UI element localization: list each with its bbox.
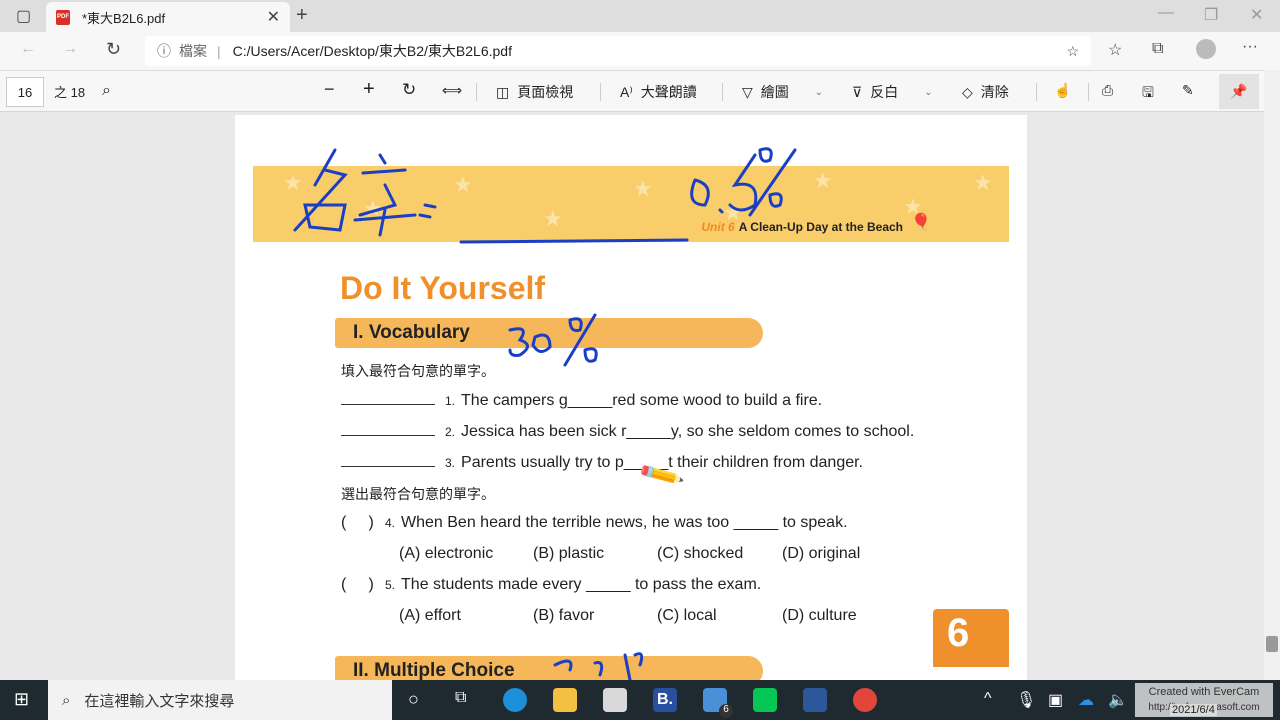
store-icon[interactable] xyxy=(603,688,627,712)
pdf-icon: PDF xyxy=(56,9,70,25)
minimize-icon[interactable]: — xyxy=(1158,4,1174,22)
scrollbar-thumb[interactable] xyxy=(1266,636,1278,652)
highlighter-icon: ⊽ xyxy=(852,83,863,100)
question-3: 3. Parents usually try to p_____t their c… xyxy=(341,453,863,472)
touch-icon[interactable]: ☝ xyxy=(1054,82,1071,99)
question-4: ( ) 4. When Ben heard the terrible news, h… xyxy=(341,514,848,531)
tab-bar: ▢ PDF *東大B2L6.pdf ✕ + — ❐ ✕ xyxy=(0,0,1280,32)
read-aloud-label: 大聲朗讀 xyxy=(640,84,697,100)
file-explorer-icon[interactable] xyxy=(553,688,577,712)
answer-blank[interactable] xyxy=(341,453,435,467)
section-vocabulary: I. Vocabulary xyxy=(335,318,763,348)
question-5: ( ) 5. The students made every _____ to pa… xyxy=(341,576,762,593)
maximize-icon[interactable]: ❐ xyxy=(1204,5,1218,25)
onedrive-icon[interactable]: ☁ xyxy=(1078,690,1094,710)
instruction: 填入最符合句意的單字。 xyxy=(341,363,495,379)
more-icon[interactable]: ··· xyxy=(1242,38,1258,56)
camera-icon[interactable]: ▣ xyxy=(1048,690,1063,710)
pin-icon: 📌 xyxy=(1230,83,1248,99)
new-tab-icon[interactable]: + xyxy=(296,4,308,27)
zoom-out-icon[interactable]: − xyxy=(324,79,335,100)
zoom-in-icon[interactable]: + xyxy=(363,78,375,101)
edge-icon[interactable] xyxy=(503,688,527,712)
erase-label: 清除 xyxy=(980,84,1009,100)
answer-blank[interactable] xyxy=(341,391,435,405)
collections-icon[interactable]: ⧉ xyxy=(1152,40,1163,58)
chevron-down-icon[interactable]: ⌄ xyxy=(815,87,823,98)
close-window-icon[interactable]: ✕ xyxy=(1250,5,1263,25)
close-tab-icon[interactable]: ✕ xyxy=(267,7,280,27)
url-label: 檔案 xyxy=(179,43,207,59)
erase-button[interactable]: ◇ 清除 xyxy=(962,82,1009,102)
forward-icon[interactable]: → xyxy=(62,40,78,58)
scrollbar[interactable] xyxy=(1264,70,1280,680)
chevron-down-icon[interactable]: ⌄ xyxy=(924,87,932,98)
refresh-icon[interactable]: ↻ xyxy=(106,39,121,60)
balloon-icon: 🎈 xyxy=(911,214,931,231)
word-icon[interactable] xyxy=(803,688,827,712)
cortana-icon[interactable]: ○ xyxy=(408,689,419,710)
print-icon[interactable]: ⎙ xyxy=(1102,82,1113,99)
page-view-button[interactable]: ◫ 頁面檢視 xyxy=(496,82,573,102)
windows-start-icon[interactable]: ⊞ xyxy=(14,689,29,710)
rotate-icon[interactable]: ↻ xyxy=(402,80,416,100)
highlight-label: 反白 xyxy=(870,84,899,100)
unit-title: Unit 6A Clean-Up Day at the Beach xyxy=(701,220,903,234)
app-b-icon[interactable]: B. xyxy=(653,688,677,712)
page-total: 之 18 xyxy=(54,85,86,100)
back-icon[interactable]: ← xyxy=(20,40,36,58)
taskbar-search[interactable]: ⌕ 在這裡輸入文字來搜尋 xyxy=(48,680,392,720)
tab-pdf[interactable]: PDF *東大B2L6.pdf ✕ xyxy=(46,2,290,32)
eraser-icon: ◇ xyxy=(962,83,973,100)
chevron-up-icon[interactable]: ^ xyxy=(984,690,992,708)
instruction: 選出最符合句意的單字。 xyxy=(341,486,495,502)
address-bar: ← → ↻ ⓘ 檔案 | C:/Users/Acer/Desktop/東大B2/… xyxy=(0,32,1280,70)
search-icon: ⌕ xyxy=(62,691,71,709)
page-view-label: 頁面檢視 xyxy=(517,84,574,100)
url-field[interactable]: ⓘ 檔案 | C:/Users/Acer/Desktop/東大B2/東大B2L6… xyxy=(145,36,1091,66)
search-icon[interactable]: ⌕ xyxy=(102,82,111,100)
avatar[interactable] xyxy=(1196,39,1216,59)
heading: Do It Yourself xyxy=(340,270,546,306)
mail-badge: 6 xyxy=(719,704,733,718)
task-view-icon[interactable]: ⧉ xyxy=(455,689,466,707)
tab-title: *東大B2L6.pdf xyxy=(82,10,166,26)
fit-width-icon[interactable]: ⟺ xyxy=(442,82,462,99)
pen-icon: ▽ xyxy=(742,83,753,100)
question-1: 1. The campers g_____red some wood to bui… xyxy=(341,391,822,410)
mail-icon[interactable]: 6 xyxy=(703,688,733,718)
page-view-icon: ◫ xyxy=(496,83,510,100)
pin-toolbar-button[interactable]: 📌 xyxy=(1219,74,1259,109)
page-number-input[interactable]: 16 xyxy=(6,77,44,107)
pdf-page: ★ ★ ★ ★ ★ ★ ★ ★ ★ Unit 6A Clean-Up Day at the Be… xyxy=(235,115,1027,686)
save-as-icon[interactable]: ✎ xyxy=(1182,82,1194,99)
favorite-add-icon[interactable]: ☆ xyxy=(1066,43,1079,60)
chrome-icon[interactable] xyxy=(853,688,877,712)
clock-date[interactable]: 2021/6/4 xyxy=(1170,704,1217,716)
question-2: 2. Jessica has been sick r_____y, so she … xyxy=(341,422,914,441)
unit-banner: ★ ★ ★ ★ ★ ★ ★ ★ ★ Unit 6A Clean-Up Day at the Be… xyxy=(253,166,1009,242)
highlight-button[interactable]: ⊽ 反白 ⌄ xyxy=(852,82,933,102)
answer-blank[interactable] xyxy=(341,422,435,436)
read-aloud-icon: A⁾ xyxy=(620,83,633,100)
read-aloud-button[interactable]: A⁾ 大聲朗讀 xyxy=(620,82,697,102)
draw-button[interactable]: ▽ 繪圖 ⌄ xyxy=(742,82,823,102)
pdf-toolbar: 16 之 18 ⌕ − + ↻ ⟺ ◫ 頁面檢視 A⁾ 大聲朗讀 ▽ 繪圖 ⌄ ⊽ 反白 ⌄… xyxy=(0,70,1264,112)
save-icon[interactable]: 🖫 xyxy=(1142,82,1154,106)
info-icon: ⓘ xyxy=(157,43,171,59)
line-icon[interactable] xyxy=(753,688,777,712)
url-text: C:/Users/Acer/Desktop/東大B2/東大B2L6.pdf xyxy=(232,43,512,59)
microphone-icon[interactable]: 🎙 xyxy=(1016,690,1036,710)
search-placeholder: 在這裡輸入文字來搜尋 xyxy=(84,692,235,710)
volume-icon[interactable]: 🔈 xyxy=(1108,690,1128,710)
taskbar: ⊞ ⌕ 在這裡輸入文字來搜尋 ○ ⧉ B. 6 ^ 🎙 ▣ ☁ 🔈 Created… xyxy=(0,680,1280,720)
favorites-icon[interactable]: ☆ xyxy=(1108,40,1122,60)
tab-actions-icon[interactable]: ▢ xyxy=(16,6,31,26)
draw-label: 繪圖 xyxy=(760,84,789,100)
page-number-badge: 6 xyxy=(933,609,1009,667)
